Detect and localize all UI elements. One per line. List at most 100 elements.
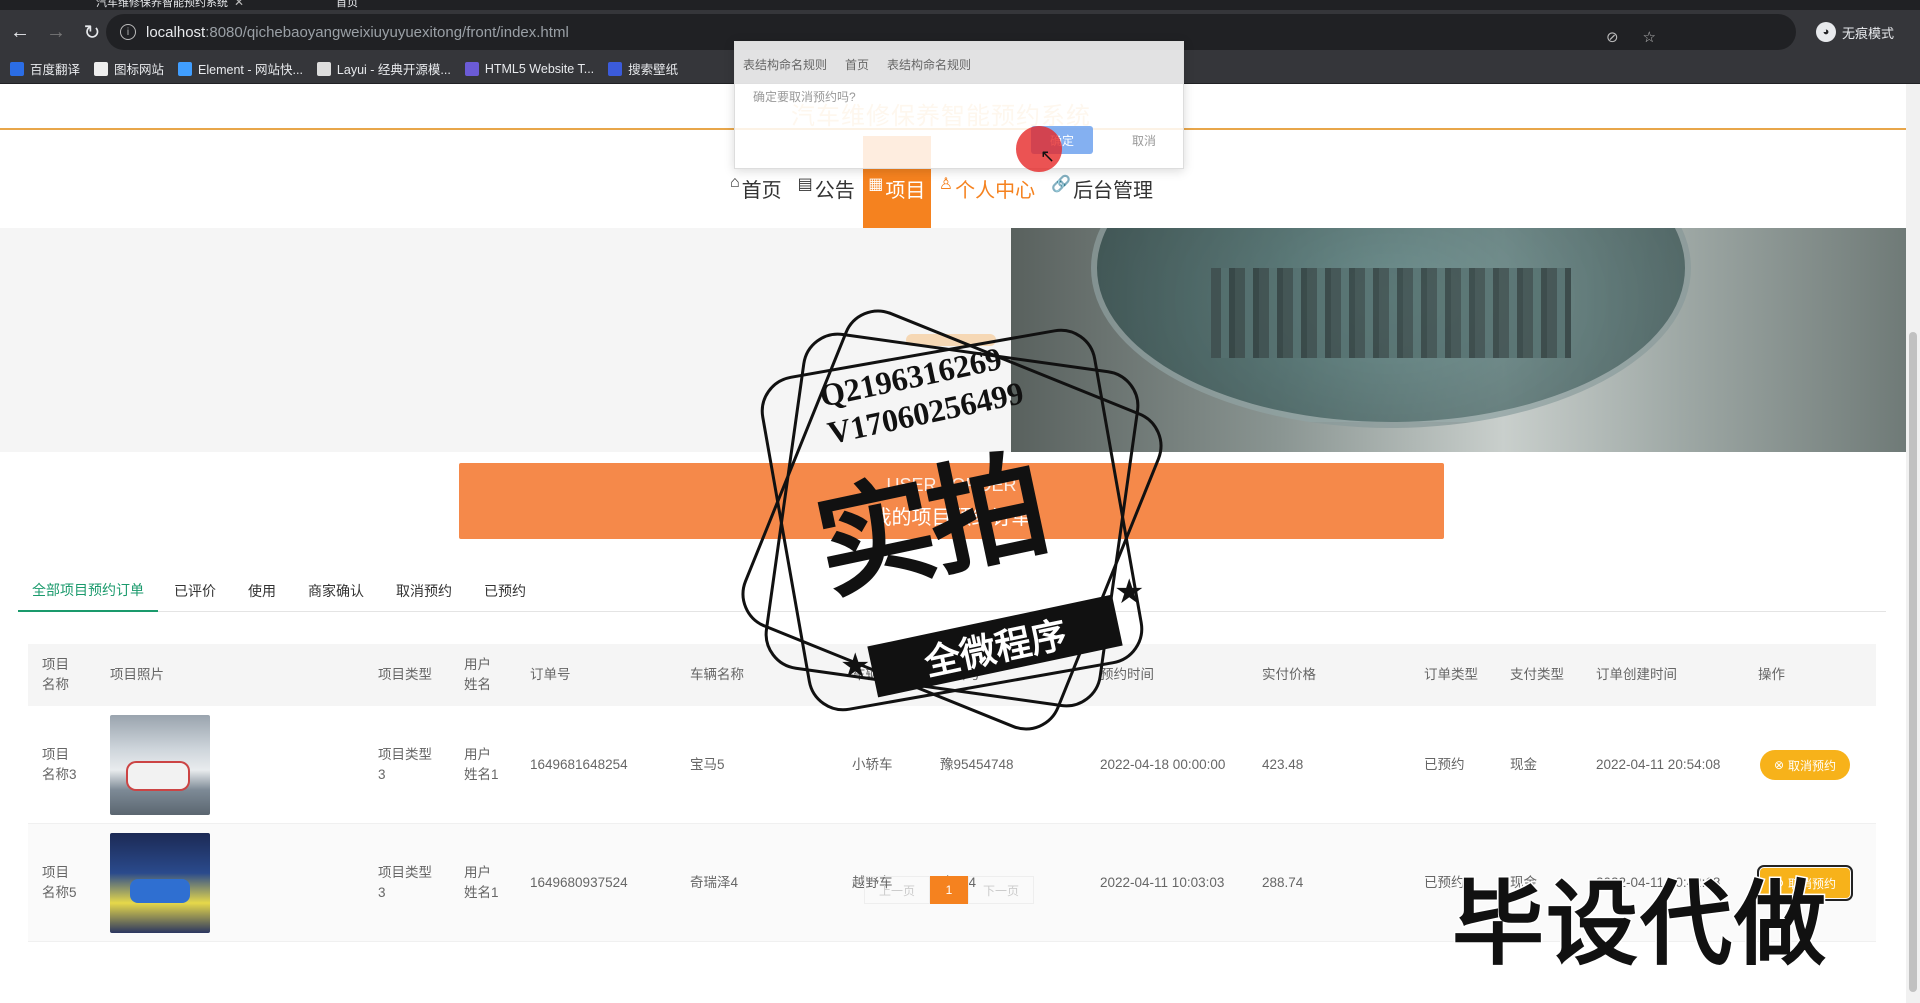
browser-tabstrip: 汽车维修保养智能预约系统 ✕ 首页: [0, 0, 1920, 10]
page-number-button[interactable]: 1: [930, 876, 968, 904]
tab-title: 汽车维修保养智能预约系统: [96, 0, 228, 9]
cell-vehicle: 奇瑞泽4: [690, 875, 739, 890]
wallpaper-icon: [608, 61, 623, 76]
nav-label: 项目: [885, 180, 926, 202]
tab-reviewed[interactable]: 已评价: [158, 570, 232, 612]
bookmark-label: Element - 网站快...: [198, 63, 303, 77]
cancel-booking-button[interactable]: ⊗ 取消预约: [1760, 750, 1850, 780]
pagination: 上一页 1 下一页: [864, 876, 1034, 904]
home-icon: ⌂: [730, 174, 740, 191]
watermark-corner-text: 毕设代做: [1450, 873, 1829, 978]
incognito-badge[interactable]: ◕ 无痕模式: [1815, 22, 1894, 42]
element-icon: [178, 61, 193, 76]
cell-name: 项目名称5: [42, 865, 77, 900]
cell-price: 423.48: [1262, 757, 1304, 772]
dialog-cancel-button[interactable]: 取消: [1113, 126, 1175, 154]
cell-appt-time: 2022-04-11 10:03:03: [1100, 875, 1225, 890]
browser-tab-active[interactable]: 首页: [336, 0, 358, 10]
user-icon: ♙: [938, 176, 954, 193]
dialog-tab: 表结构命名规则: [887, 58, 972, 72]
col-header: 操作: [1758, 667, 1785, 682]
cell-vehicle: 宝马5: [690, 757, 725, 772]
cell-pay-type: 现金: [1510, 757, 1537, 772]
bookmark-label: 图标网站: [114, 63, 165, 77]
bookmark-label: Layui - 经典开源模...: [336, 63, 451, 77]
page-scrollbar[interactable]: [1906, 84, 1920, 1003]
nav-label: 个人中心: [955, 180, 1036, 202]
bookmark-label: HTML5 Website T...: [484, 61, 595, 76]
incognito-icon: ◕: [1815, 22, 1836, 42]
button-label: 取消预约: [1788, 758, 1837, 773]
col-header: 项目名称: [42, 657, 69, 692]
cell-name: 项目名称3: [42, 747, 77, 782]
cell-user: 用户姓名1: [464, 865, 499, 900]
html5-icon: [464, 61, 479, 76]
click-indicator: [1016, 126, 1062, 172]
star-icon: ★: [840, 647, 871, 685]
nav-label: 后台管理: [1073, 180, 1154, 202]
url-host: localhost: [146, 23, 206, 41]
star-icon[interactable]: ☆: [1643, 28, 1656, 46]
bookmark-label: 搜索壁纸: [628, 63, 679, 77]
url-path: :8080/qichebaoyangweixiuyuyuexitong/fron…: [205, 23, 569, 41]
nav-label: 首页: [741, 180, 782, 202]
col-header: 用户姓名: [464, 657, 491, 692]
cancel-icon: ⊗: [1773, 758, 1785, 772]
tab-cancelled[interactable]: 取消预约: [380, 570, 468, 612]
forward-icon[interactable]: →: [40, 16, 72, 48]
layui-icon: [316, 61, 331, 76]
reload-icon[interactable]: ↻: [76, 16, 108, 48]
cell-created: 2022-04-11 20:54:08: [1596, 757, 1721, 772]
info-icon[interactable]: i: [120, 24, 136, 40]
bookmark-label: 百度翻译: [30, 63, 81, 77]
flag-icon: [94, 61, 109, 76]
link-icon: 🔗: [1051, 176, 1072, 193]
dialog-header: 表结构命名规则 首页 表结构命名规则: [743, 56, 971, 73]
cell-price: 288.74: [1262, 875, 1304, 890]
project-photo: [110, 833, 210, 933]
eye-off-icon[interactable]: ⊘: [1606, 28, 1619, 46]
incognito-label: 无痕模式: [1841, 25, 1894, 41]
project-icon: ▦: [868, 176, 884, 193]
project-photo: [110, 715, 210, 815]
bookmark-item[interactable]: Layui - 经典开源模...: [316, 59, 451, 78]
col-header: 支付类型: [1510, 667, 1564, 682]
col-header: 项目照片: [110, 667, 164, 682]
cell-order-type: 已预约: [1424, 757, 1465, 772]
nav-label: 公告: [814, 180, 855, 202]
col-header: 订单号: [530, 667, 571, 682]
browser-tab[interactable]: 汽车维修保养智能预约系统 ✕: [96, 0, 244, 10]
watermark-stamp: Q2196316269 V17060256499 实拍 全微程序 ★ ★: [722, 290, 1192, 760]
dialog-tab: 表结构命名规则: [743, 58, 828, 72]
mouse-cursor-icon: ↖: [1040, 146, 1056, 166]
tab-all-orders[interactable]: 全部项目预约订单: [18, 570, 158, 612]
tab-title: 首页: [336, 0, 358, 9]
bookmark-item[interactable]: Element - 网站快...: [178, 59, 303, 78]
next-page-button[interactable]: 下一页: [968, 876, 1034, 904]
scrollbar-thumb[interactable]: [1909, 332, 1917, 992]
col-header: 订单类型: [1424, 667, 1478, 682]
col-header: 项目类型: [378, 667, 432, 682]
cell-user: 用户姓名1: [464, 747, 499, 782]
bookmark-item[interactable]: 百度翻译: [10, 59, 80, 78]
col-header: 实付价格: [1262, 667, 1316, 682]
star-icon: ★: [1114, 573, 1145, 611]
back-icon[interactable]: ←: [4, 16, 36, 48]
notice-icon: ▤: [797, 176, 813, 193]
tab-booked[interactable]: 已预约: [468, 570, 542, 612]
city-skyline-shape: [1211, 268, 1571, 358]
bookmark-item[interactable]: HTML5 Website T...: [464, 61, 595, 76]
tab-merchant-confirm[interactable]: 商家确认: [292, 570, 380, 612]
cell-type: 项目类型3: [378, 747, 432, 782]
dialog-message: 确定要取消预约吗?: [753, 90, 856, 104]
cell-type: 项目类型3: [378, 865, 432, 900]
col-header: 订单创建时间: [1596, 667, 1677, 682]
bookmark-icon: [10, 61, 24, 76]
prev-page-button[interactable]: 上一页: [864, 876, 930, 904]
bookmark-item[interactable]: 图标网站: [94, 59, 164, 78]
bookmark-item[interactable]: 搜索壁纸: [608, 59, 678, 78]
dialog-tab: 首页: [845, 58, 870, 72]
close-tab-icon[interactable]: ✕: [234, 0, 244, 9]
tab-used[interactable]: 使用: [232, 570, 292, 612]
cell-order-no: 1649680937524: [530, 875, 628, 890]
